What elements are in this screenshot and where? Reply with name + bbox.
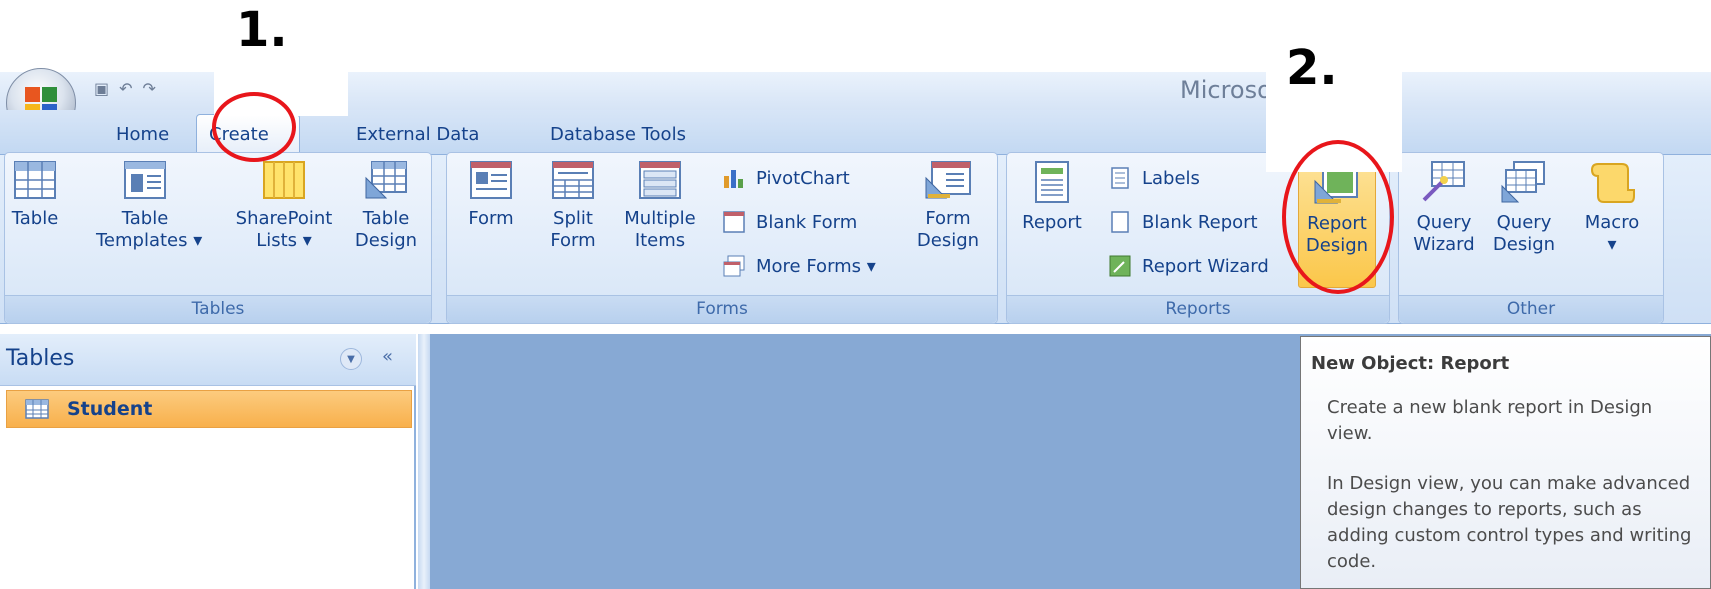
form-design-icon <box>925 161 971 199</box>
labels-icon <box>1111 167 1129 189</box>
tooltip-details: In Design view, you can make advanced de… <box>1327 473 1692 572</box>
group-reports-label: Reports <box>1007 295 1389 323</box>
macro-label: Macro ▾ <box>1584 212 1640 255</box>
form-design-button[interactable]: Form Design <box>910 160 986 252</box>
report-design-tooltip: New Object: Report Create a new blank re… <box>1300 336 1711 589</box>
sharepoint-lists-icon <box>263 161 305 199</box>
tab-database-tools[interactable]: Database Tools <box>538 114 698 154</box>
split-form-icon <box>552 161 594 199</box>
table-design-button[interactable]: Table Design <box>348 160 424 252</box>
window-title: Microso <box>1180 76 1272 104</box>
more-forms-label: More Forms ▾ <box>756 255 876 277</box>
report-label: Report <box>1022 212 1082 233</box>
query-design-icon <box>1501 161 1545 203</box>
table-button[interactable]: Table <box>6 160 64 230</box>
more-forms-button[interactable]: More Forms ▾ <box>722 254 876 278</box>
report-icon <box>1035 161 1069 203</box>
query-wizard-label: Query Wizard <box>1413 212 1475 255</box>
report-wizard-label: Report Wizard <box>1142 255 1269 277</box>
blank-report-label: Blank Report <box>1142 211 1258 233</box>
pane-splitter[interactable] <box>418 334 430 589</box>
navigation-pane: Tables ▼ « Student <box>0 334 416 589</box>
table-design-label: Table Design <box>354 208 418 251</box>
sharepoint-lists-label: SharePoint Lists ▾ <box>235 208 333 251</box>
redo-icon[interactable]: ↷ <box>143 79 156 98</box>
tooltip-title: New Object: Report <box>1311 353 1510 374</box>
table-templates-label: Table Templates ▾ <box>96 208 202 251</box>
multiple-items-icon <box>639 161 681 199</box>
macro-scroll-icon <box>1590 163 1635 203</box>
split-form-label: Split Form <box>550 208 596 251</box>
step-1-label: 1. <box>236 2 288 58</box>
group-tables-label: Tables <box>5 295 431 323</box>
query-design-label: Query Design <box>1492 212 1556 255</box>
blank-report-icon <box>1111 211 1129 233</box>
blank-form-label: Blank Form <box>756 211 858 233</box>
table-templates-icon <box>124 161 166 199</box>
nav-pane-collapse-button[interactable]: « <box>382 346 393 367</box>
tooltip-description: Create a new blank report in Design view… <box>1327 397 1653 444</box>
annotation-circle-create <box>212 92 296 162</box>
macro-button[interactable]: Macro ▾ <box>1574 160 1650 256</box>
group-forms-label: Forms <box>447 295 997 323</box>
form-icon <box>470 161 512 199</box>
pivotchart-icon <box>724 170 743 188</box>
labels-label: Labels <box>1142 167 1200 189</box>
table-templates-button[interactable]: Table Templates ▾ <box>96 160 202 252</box>
nav-pane-title: Tables <box>6 346 75 371</box>
table-button-label: Table <box>11 208 59 229</box>
form-button[interactable]: Form <box>458 160 524 230</box>
multiple-items-button[interactable]: Multiple Items <box>620 160 700 252</box>
form-design-label: Form Design <box>916 208 980 251</box>
table-icon <box>25 399 49 419</box>
nav-item-student[interactable]: Student <box>6 390 412 428</box>
tab-external-data[interactable]: External Data <box>344 114 491 154</box>
tab-home[interactable]: Home <box>104 114 181 154</box>
pivotchart-label: PivotChart <box>756 167 850 189</box>
blank-form-icon <box>723 211 745 233</box>
report-button[interactable]: Report <box>1014 160 1090 234</box>
annotation-circle-report-design <box>1282 140 1394 294</box>
split-form-button[interactable]: Split Form <box>540 160 606 252</box>
nav-pane-menu-button[interactable]: ▼ <box>340 348 362 370</box>
undo-icon[interactable]: ↶ <box>119 79 132 98</box>
table-design-icon <box>365 161 407 199</box>
step-2-label: 2. <box>1286 40 1338 96</box>
blank-form-button[interactable]: Blank Form <box>722 210 857 234</box>
multiple-items-label: Multiple Items <box>624 208 696 251</box>
query-wizard-icon <box>1422 161 1465 202</box>
pivotchart-button[interactable]: PivotChart <box>722 166 850 190</box>
sharepoint-lists-button[interactable]: SharePoint Lists ▾ <box>226 160 342 252</box>
save-icon[interactable]: ▣ <box>94 79 109 98</box>
nav-item-label: Student <box>67 398 153 420</box>
report-wizard-button[interactable]: Report Wizard <box>1108 254 1269 278</box>
report-wizard-icon <box>1109 255 1131 277</box>
query-wizard-button[interactable]: Query Wizard <box>1406 160 1482 256</box>
group-other-label: Other <box>1399 295 1663 323</box>
blank-report-button[interactable]: Blank Report <box>1108 210 1258 234</box>
labels-button[interactable]: Labels <box>1108 166 1200 190</box>
nav-pane-header: Tables ▼ « <box>0 334 416 386</box>
query-design-button[interactable]: Query Design <box>1486 160 1562 256</box>
more-forms-icon <box>723 255 745 277</box>
table-icon <box>14 161 56 199</box>
form-label: Form <box>468 208 514 229</box>
